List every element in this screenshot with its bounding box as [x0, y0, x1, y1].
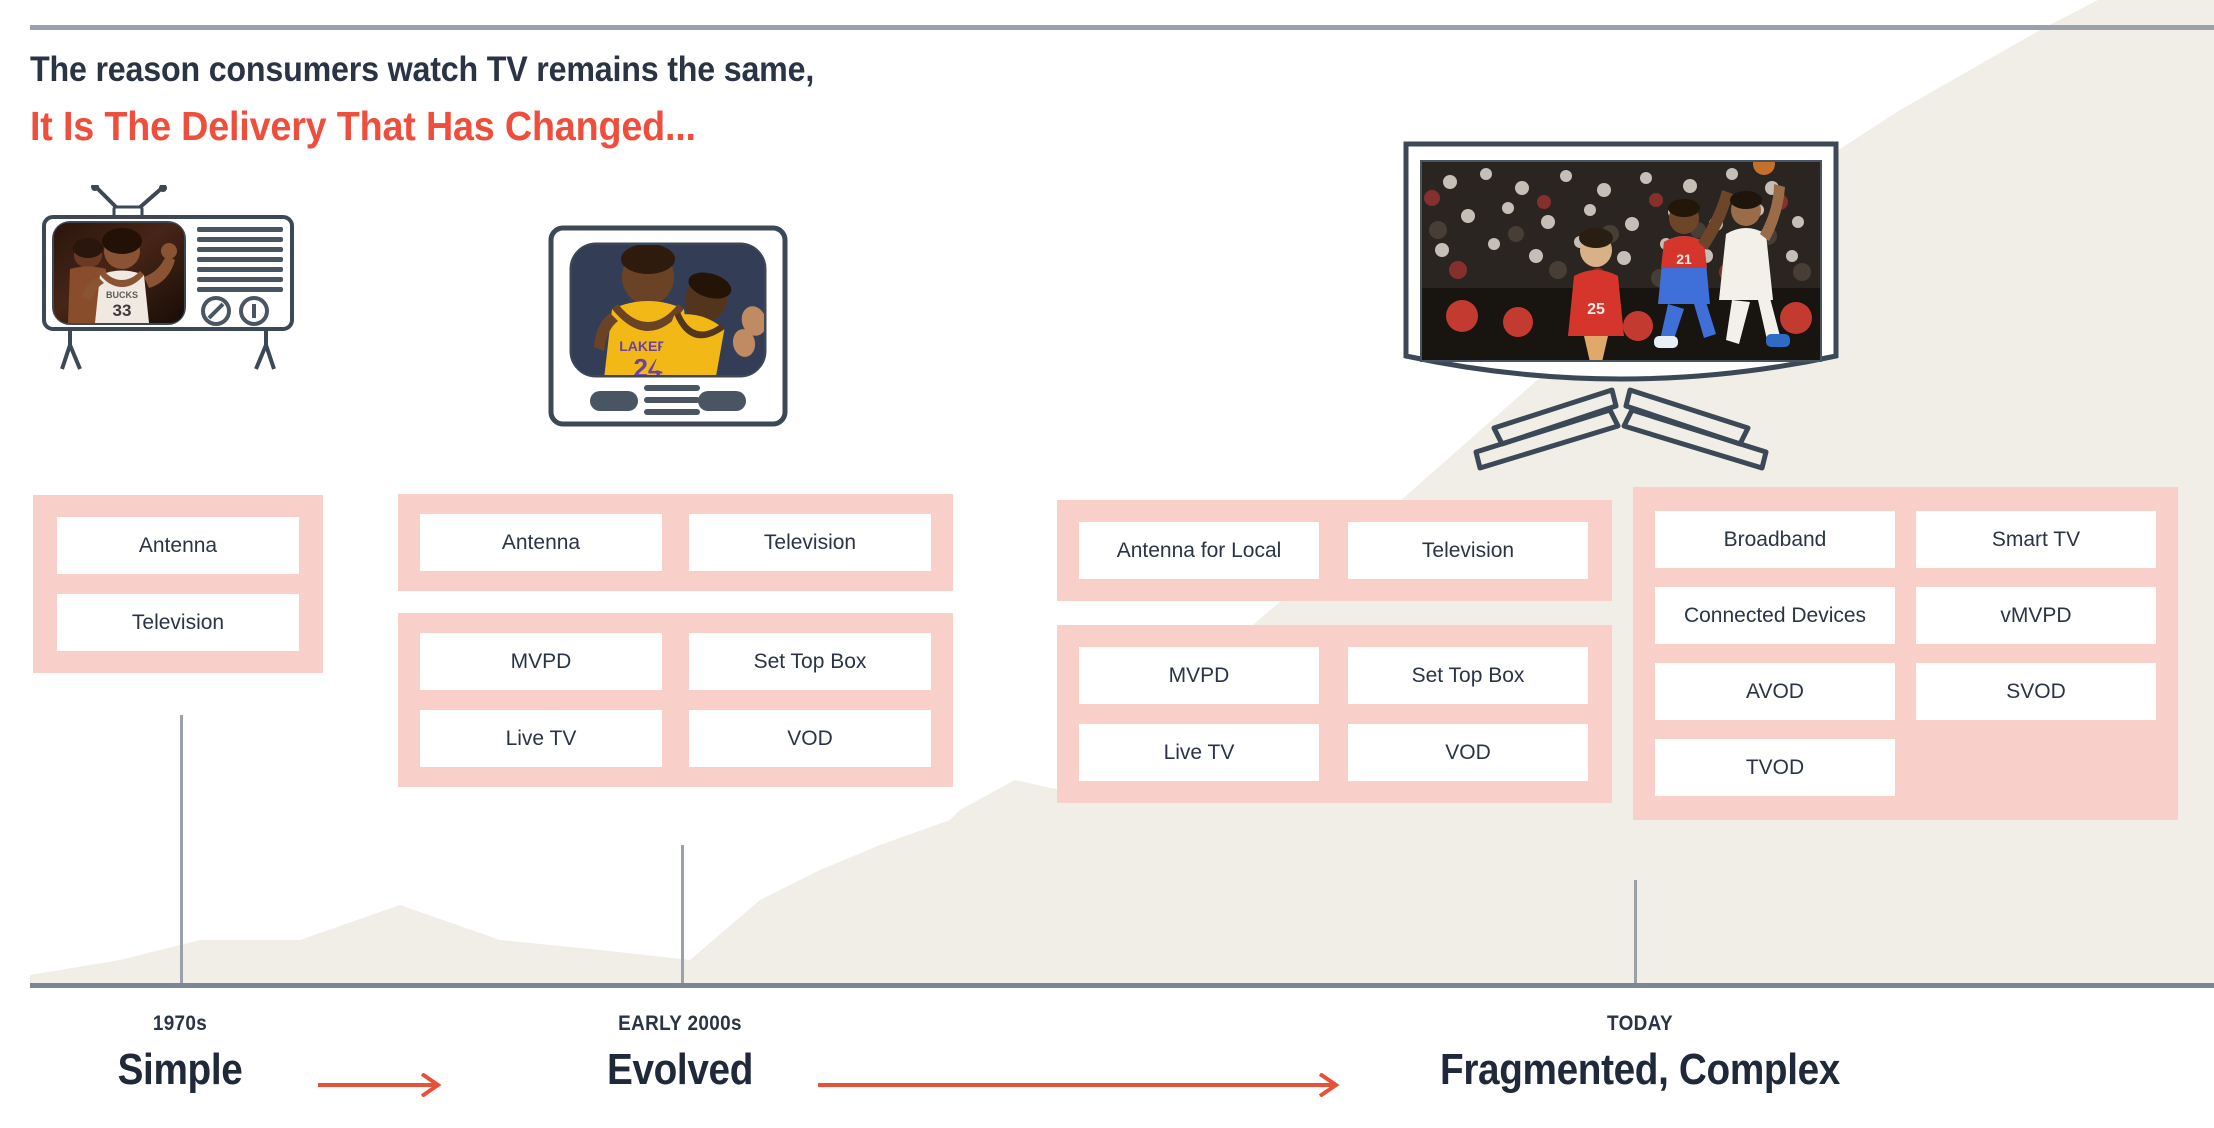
era-period-text: TODAY [1607, 1012, 1673, 1035]
chip-antenna[interactable]: Antenna [57, 517, 299, 574]
chip-tvod[interactable]: TVOD [1655, 739, 1895, 796]
era-1-panel: Antenna Television [33, 495, 323, 673]
progression-arrow-1 [318, 1072, 448, 1102]
era-name-text: Evolved [606, 1045, 754, 1094]
svg-text:33: 33 [113, 301, 132, 320]
era-label-today: TODAY Fragmented, Complex [1270, 1012, 2010, 1095]
era-label-1970s: 1970s Simple [60, 1012, 300, 1095]
era-3-panel-group: Antenna for Local Television MVPD Set To… [1057, 500, 1612, 803]
chip-live-tv[interactable]: Live TV [420, 710, 662, 767]
era-3-panel-bottom: MVPD Set Top Box Live TV VOD [1057, 625, 1612, 803]
chip-avod[interactable]: AVOD [1655, 663, 1895, 720]
era-name-text: Simple [117, 1045, 243, 1094]
crt-tv: LAKERS 24 [548, 225, 788, 455]
svg-text:21: 21 [1676, 251, 1692, 267]
chip-mvpd[interactable]: MVPD [1079, 647, 1319, 704]
era-4-panel-group: Broadband Smart TV Connected Devices vMV… [1633, 487, 2178, 820]
era-period-text: 1970s [152, 1012, 208, 1035]
chip-mvpd[interactable]: MVPD [420, 633, 662, 690]
headline-primary: The reason consumers watch TV remains th… [30, 50, 815, 89]
chip-live-tv[interactable]: Live TV [1079, 724, 1319, 781]
timeline-axis [30, 983, 2214, 988]
era-3-panel-top: Antenna for Local Television [1057, 500, 1612, 601]
era-period-text: EARLY 2000s [618, 1012, 742, 1035]
top-divider-rule [30, 25, 2214, 30]
era-4-panel: Broadband Smart TV Connected Devices vMV… [1633, 487, 2178, 820]
chip-television[interactable]: Television [689, 514, 931, 571]
chip-set-top-box[interactable]: Set Top Box [1348, 647, 1588, 704]
chip-smart-tv[interactable]: Smart TV [1916, 511, 2156, 568]
page-title-block: The reason consumers watch TV remains th… [30, 48, 882, 153]
chip-vod[interactable]: VOD [1348, 724, 1588, 781]
era-label-early-2000s: EARLY 2000s Evolved [560, 1012, 800, 1095]
chip-broadband[interactable]: Broadband [1655, 511, 1895, 568]
era-1-panel-group: Antenna Television [33, 495, 323, 673]
chip-antenna[interactable]: Antenna [420, 514, 662, 571]
svg-text:25: 25 [1587, 301, 1605, 318]
progression-arrow-2 [818, 1072, 1346, 1102]
vintage-antenna-tv: BUCKS 33 [40, 183, 300, 385]
era-2-panel-group: Antenna Television MVPD Set Top Box Live… [398, 494, 953, 787]
chip-antenna-for-local[interactable]: Antenna for Local [1079, 522, 1319, 579]
chip-vmvpd[interactable]: vMVPD [1916, 587, 2156, 644]
chip-vod[interactable]: VOD [689, 710, 931, 767]
era-name-text: Fragmented, Complex [1440, 1045, 1840, 1094]
chip-television[interactable]: Television [1348, 522, 1588, 579]
chip-set-top-box[interactable]: Set Top Box [689, 633, 931, 690]
flat-screen-tv: 25 21 [1398, 138, 1844, 483]
slide-canvas: The reason consumers watch TV remains th… [0, 0, 2214, 1128]
chip-svod[interactable]: SVOD [1916, 663, 2156, 720]
svg-text:BUCKS: BUCKS [106, 290, 138, 300]
era-2-panel-bottom: MVPD Set Top Box Live TV VOD [398, 613, 953, 787]
timeline-tick-1970s [180, 715, 183, 985]
headline-accent: It Is The Delivery That Has Changed... [30, 102, 696, 149]
timeline-tick-early-2000s [681, 845, 684, 985]
chip-television[interactable]: Television [57, 594, 299, 651]
era-2-panel-top: Antenna Television [398, 494, 953, 591]
chip-connected-devices[interactable]: Connected Devices [1655, 587, 1895, 644]
timeline-tick-today [1634, 880, 1637, 985]
